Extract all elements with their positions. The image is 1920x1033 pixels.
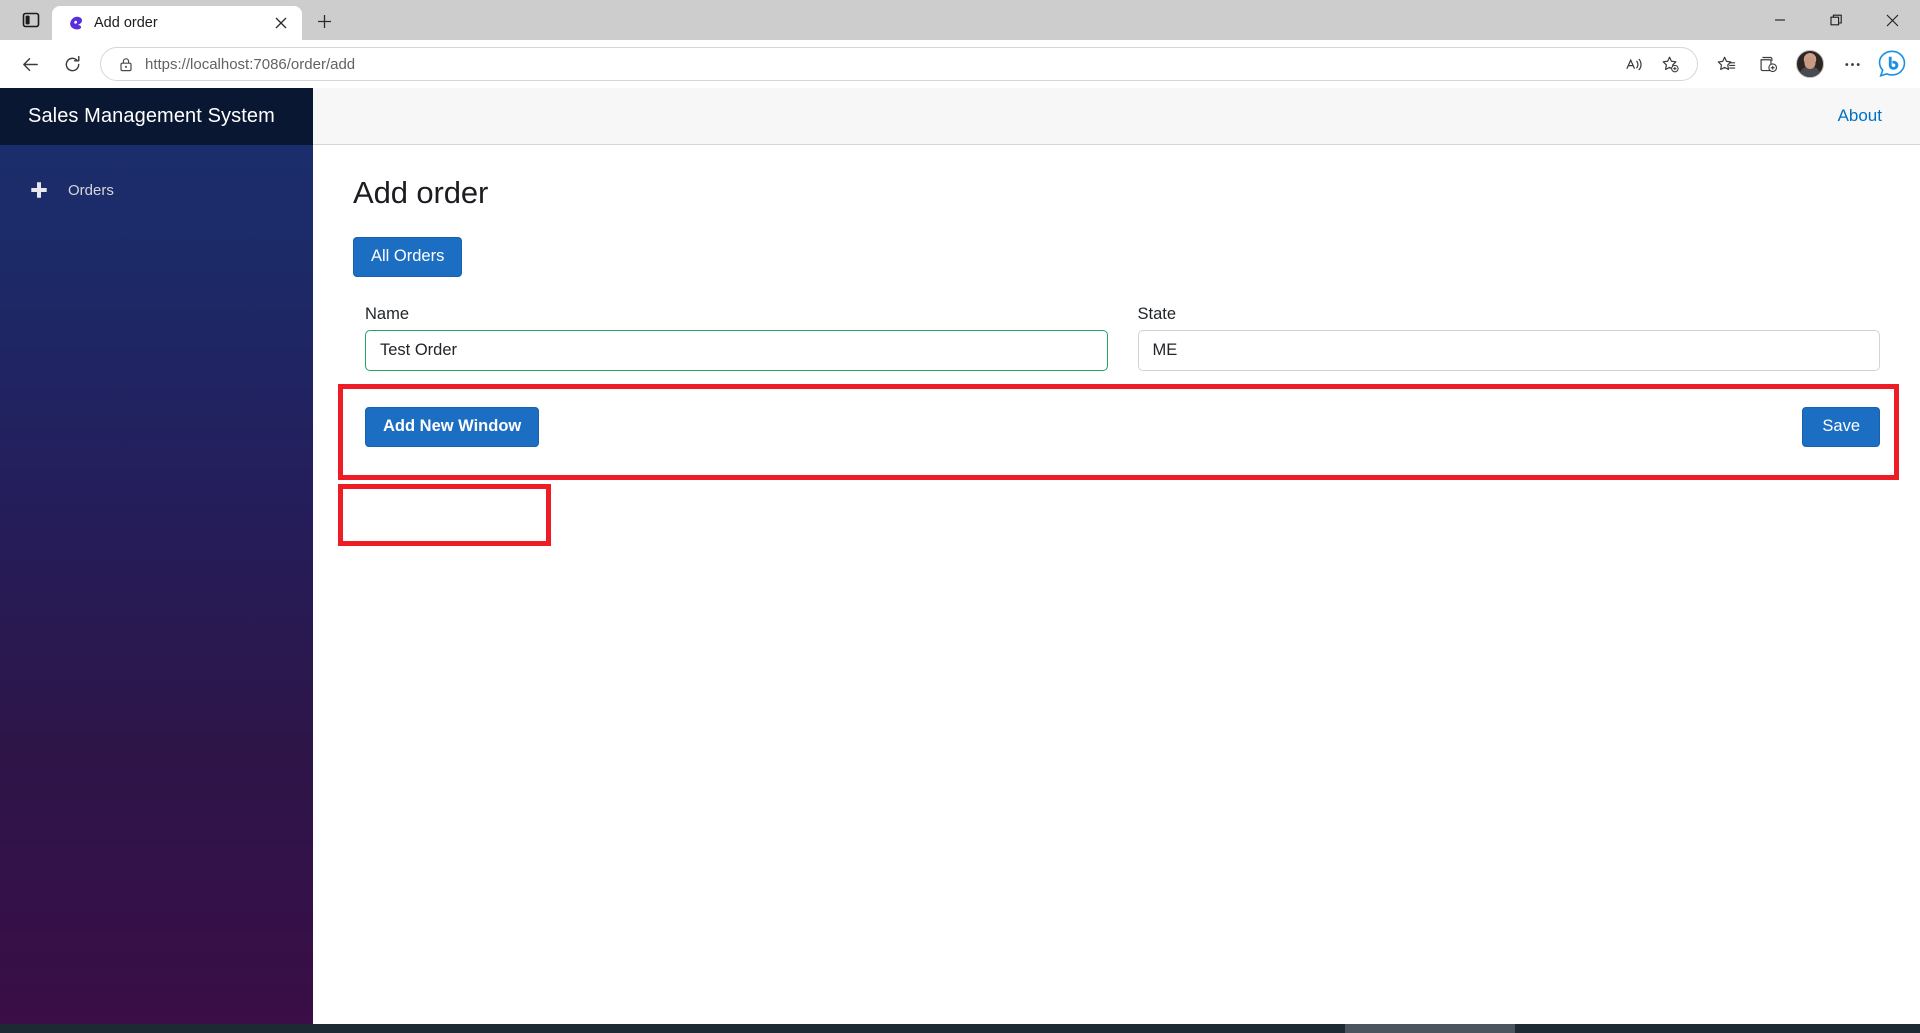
add-favorite-star-icon[interactable] [1653, 49, 1687, 79]
state-input[interactable] [1137, 329, 1880, 371]
browser-toolbar: https://localhost:7086/order/add [0, 40, 1920, 88]
state-field-group: State [1137, 304, 1880, 371]
address-bar[interactable]: https://localhost:7086/order/add [100, 47, 1698, 81]
app-brand[interactable]: Sales Management System [0, 88, 313, 145]
window-close-icon[interactable] [1864, 0, 1920, 40]
tab-search-icon[interactable] [10, 3, 52, 37]
tab-title: Add order [94, 15, 158, 31]
page-title: Add order [353, 175, 489, 210]
name-input[interactable] [365, 329, 1108, 371]
page-topbar: About [313, 88, 1920, 145]
form-actions: Add New Window Save [353, 395, 1892, 447]
page-content: About Add order All Orders Name State [313, 88, 1920, 1033]
taskbar-active-item [1345, 1024, 1515, 1033]
more-options-icon[interactable] [1832, 46, 1872, 82]
restore-icon[interactable] [1808, 0, 1864, 40]
new-tab-icon[interactable] [306, 4, 342, 38]
app-sidebar: Sales Management System Orders [0, 88, 313, 1033]
name-field-group: Name [365, 305, 1108, 371]
bing-copilot-icon[interactable] [1874, 46, 1910, 82]
back-arrow-icon[interactable] [10, 46, 50, 82]
save-button[interactable]: Save [1802, 406, 1880, 447]
sidebar-nav: Orders [0, 145, 313, 211]
tab-close-icon[interactable] [268, 10, 294, 36]
page-viewport: Sales Management System Orders About Add… [0, 88, 1920, 1033]
read-aloud-icon[interactable] [1617, 49, 1651, 79]
favorites-list-icon[interactable] [1706, 46, 1746, 82]
browser-window: Add order https://localhost:7086/order/a… [0, 0, 1920, 1033]
minimize-icon[interactable] [1752, 0, 1808, 40]
window-controls [1752, 0, 1920, 40]
browser-tab[interactable]: Add order [52, 6, 302, 40]
app-brand-label: Sales Management System [28, 105, 275, 127]
main-area: Add order All Orders Name State Add New … [313, 145, 1920, 1033]
sidebar-item-orders[interactable]: Orders [0, 169, 313, 211]
about-link[interactable]: About [1838, 106, 1882, 126]
order-form-row: Name State [353, 295, 1892, 383]
plus-icon [28, 179, 50, 201]
omnibox-actions [1617, 49, 1687, 79]
blazor-logo-icon [66, 14, 84, 32]
collections-icon[interactable] [1748, 46, 1788, 82]
tab-strip: Add order [0, 0, 1920, 40]
sidebar-item-label: Orders [68, 181, 114, 199]
profile-avatar[interactable] [1796, 50, 1824, 78]
add-new-window-button[interactable]: Add New Window [365, 406, 540, 447]
lock-icon [117, 55, 135, 73]
all-orders-button[interactable]: All Orders [353, 237, 463, 277]
state-field-label: State [1137, 304, 1177, 323]
refresh-icon[interactable] [52, 46, 92, 82]
taskbar [0, 1024, 1920, 1033]
url-text: https://localhost:7086/order/add [145, 55, 356, 73]
name-field-label: Name [365, 304, 410, 323]
